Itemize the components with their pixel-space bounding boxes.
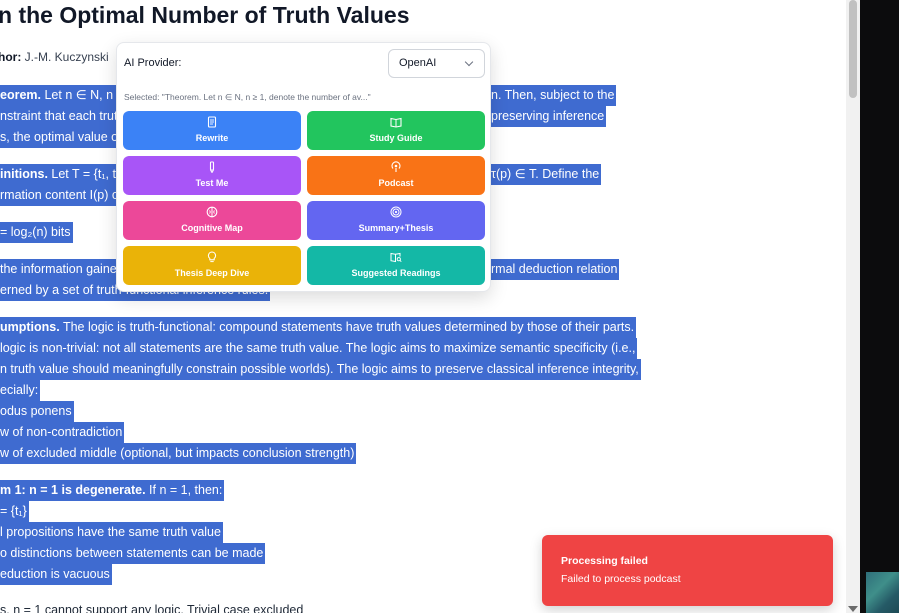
- lightbulb-icon: [206, 251, 218, 263]
- doc-line[interactable]: nstraint that each truth preserving infe…: [0, 106, 607, 127]
- doc-line[interactable]: logic is non-trivial: not all statements…: [0, 338, 638, 359]
- brain-icon: [206, 206, 218, 218]
- target-icon: [390, 206, 402, 218]
- pencil-icon: [206, 161, 218, 174]
- suggested-readings-button[interactable]: Suggested Readings: [307, 246, 485, 285]
- page-title: n the Optimal Number of Truth Values: [0, 2, 410, 28]
- rewrite-button[interactable]: Rewrite: [123, 111, 301, 150]
- doc-line[interactable]: rmation content I(p) o: [0, 185, 121, 206]
- book-search-icon: [390, 251, 402, 263]
- scrollbar-thumb[interactable]: [849, 0, 857, 98]
- scroll-down-arrow-icon[interactable]: [848, 606, 858, 612]
- study-guide-button[interactable]: Study Guide: [307, 111, 485, 150]
- author-name: J.-M. Kuczynski: [24, 50, 109, 64]
- ai-actions-popup: AI Provider: OpenAI Selected: "Theorem. …: [116, 42, 491, 292]
- doc-line[interactable]: o distinctions between statements can be…: [0, 543, 266, 564]
- provider-value: OpenAI: [399, 57, 437, 69]
- podcast-button[interactable]: Podcast: [307, 156, 485, 195]
- thumbnail-image: [866, 572, 899, 613]
- doc-line[interactable]: s, the optimal value of: [0, 127, 124, 148]
- provider-select[interactable]: OpenAI: [388, 49, 485, 78]
- cognitive-map-button[interactable]: Cognitive Map: [123, 201, 301, 240]
- doc-line[interactable]: l propositions have the same truth value: [0, 522, 223, 543]
- doc-line[interactable]: m 1: n = 1 is degenerate. If n = 1, then…: [0, 480, 225, 501]
- doc-line[interactable]: initions. Let T = {t₁, t₂, τ(p) ∈ T. Def…: [0, 164, 602, 185]
- doc-line[interactable]: ecially:: [0, 380, 41, 401]
- doc-line[interactable]: umptions. The logic is truth-functional:…: [0, 317, 637, 338]
- chevron-down-icon: [464, 57, 474, 67]
- summary-thesis-button[interactable]: Summary+Thesis: [307, 201, 485, 240]
- doc-line[interactable]: the information gaine rmal deduction rel…: [0, 259, 620, 280]
- side-panel: [860, 0, 899, 613]
- doc-line[interactable]: s. n = 1 cannot support any logic. Trivi…: [0, 600, 303, 613]
- test-me-button[interactable]: Test Me: [123, 156, 301, 195]
- provider-label: AI Provider:: [124, 57, 182, 69]
- doc-line[interactable]: = {t₁}: [0, 501, 29, 522]
- vertical-scrollbar[interactable]: [846, 0, 860, 613]
- doc-line[interactable]: n truth value should meaningfully constr…: [0, 359, 641, 380]
- doc-line[interactable]: eduction is vacuous: [0, 564, 112, 585]
- author-line: hor: J.-M. Kuczynski: [0, 50, 109, 64]
- doc-line[interactable]: w of excluded middle (optional, but impa…: [0, 443, 357, 464]
- doc-line[interactable]: = log₂(n) bits: [0, 222, 73, 243]
- doc-line[interactable]: w of non-contradiction: [0, 422, 125, 443]
- selected-text-preview: Selected: "Theorem. Let n ∈ N, n ≥ 1, de…: [124, 92, 371, 102]
- book-icon: [390, 116, 402, 128]
- thesis-deep-dive-button[interactable]: Thesis Deep Dive: [123, 246, 301, 285]
- author-label: hor:: [0, 50, 22, 64]
- toast-message: Failed to process podcast: [561, 573, 681, 585]
- toast-title: Processing failed: [561, 555, 648, 567]
- document-icon: [206, 116, 218, 128]
- podcast-icon: [390, 161, 402, 173]
- doc-line[interactable]: odus ponens: [0, 401, 74, 422]
- error-toast[interactable]: Processing failed Failed to process podc…: [542, 535, 833, 606]
